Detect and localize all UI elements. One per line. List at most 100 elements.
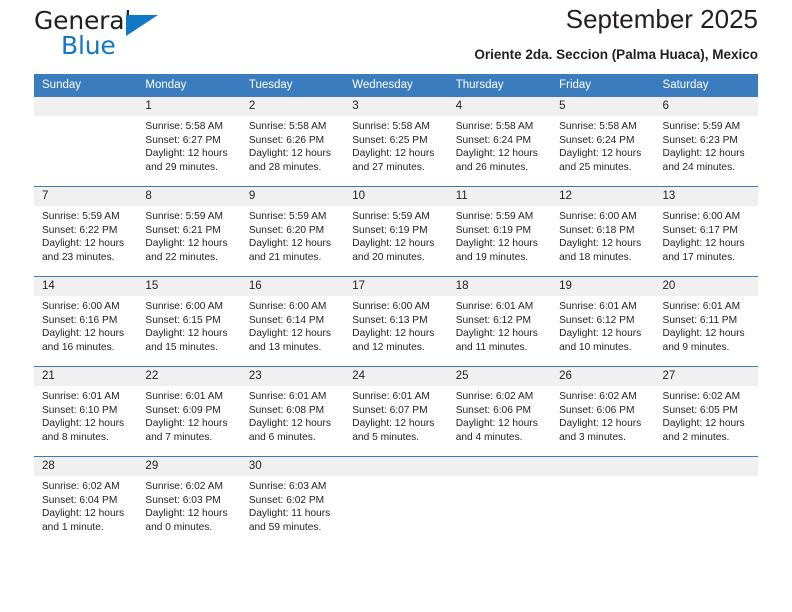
day-cell-inner: 24 Sunrise: 6:01 AM Sunset: 6:07 PM Dayligh… — [344, 367, 448, 456]
daylight-text-line1: Daylight: 12 hours — [248, 148, 331, 160]
calendar-day-cell[interactable]: 19 Sunrise: 6:01 AM Sunset: 6:12 PM Dayligh… — [551, 277, 655, 367]
calendar-day-cell[interactable]: 28 Sunrise: 6:02 AM Sunset: 6:04 PM Dayligh… — [34, 457, 138, 547]
daylight-text-line1: Daylight: 12 hours — [42, 238, 125, 250]
sunrise-text: Sunrise: 6:00 AM — [662, 211, 741, 222]
calendar-day-cell[interactable]: 27 Sunrise: 6:02 AM Sunset: 6:05 PM Dayligh… — [654, 367, 758, 457]
daylight-text-line1: Daylight: 12 hours — [559, 238, 642, 250]
calendar-day-cell[interactable]: 13 Sunrise: 6:00 AM Sunset: 6:17 PM Dayligh… — [654, 187, 758, 277]
calendar-day-cell[interactable]: 9 Sunrise: 5:59 AM Sunset: 6:20 PM Daylight… — [240, 187, 345, 277]
calendar-day-cell[interactable]: 16 Sunrise: 6:00 AM Sunset: 6:14 PM Dayligh… — [240, 277, 345, 367]
calendar-day-cell[interactable]: 1 Sunrise: 5:58 AM Sunset: 6:27 PM Daylight… — [137, 97, 241, 187]
day-number — [654, 457, 758, 476]
daylight-text-line2: and 23 minutes. — [42, 251, 115, 263]
sunrise-text: Sunrise: 5:59 AM — [455, 211, 534, 222]
day-cell-inner: 11 Sunrise: 5:59 AM Sunset: 6:19 PM Dayligh… — [447, 187, 552, 276]
calendar-day-cell[interactable]: 6 Sunrise: 5:59 AM Sunset: 6:23 PM Daylight… — [654, 97, 758, 187]
daylight-text-line2: and 20 minutes. — [352, 251, 425, 263]
calendar-day-cell[interactable]: 17 Sunrise: 6:00 AM Sunset: 6:13 PM Dayligh… — [344, 277, 448, 367]
sunrise-text: Sunrise: 6:02 AM — [559, 391, 637, 402]
day-number: 21 — [34, 367, 138, 386]
day-details: Sunrise: 6:02 AM Sunset: 6:06 PM Daylight:… — [448, 386, 551, 444]
daylight-text-line2: and 6 minutes. — [248, 431, 316, 443]
day-details: Sunrise: 6:00 AM Sunset: 6:15 PM Daylight:… — [137, 296, 240, 354]
calendar-day-cell[interactable]: 22 Sunrise: 6:01 AM Sunset: 6:09 PM Dayligh… — [137, 367, 241, 457]
daylight-text-line1: Daylight: 12 hours — [145, 328, 228, 340]
day-number: 8 — [137, 187, 241, 206]
calendar-header-row: Sunday Monday Tuesday Wednesday Thursday… — [34, 74, 758, 97]
daylight-text-line2: and 19 minutes. — [455, 251, 529, 263]
day-number: 30 — [240, 457, 345, 476]
calendar-day-cell[interactable]: 15 Sunrise: 6:00 AM Sunset: 6:15 PM Dayligh… — [137, 277, 241, 367]
day-cell-inner — [344, 457, 448, 546]
calendar-day-cell — [344, 457, 448, 547]
calendar-day-cell — [654, 457, 758, 547]
calendar-day-cell[interactable]: 5 Sunrise: 5:58 AM Sunset: 6:24 PM Daylight… — [551, 97, 655, 187]
calendar-day-cell[interactable]: 18 Sunrise: 6:01 AM Sunset: 6:12 PM Dayligh… — [447, 277, 552, 367]
calendar-day-cell[interactable]: 29 Sunrise: 6:02 AM Sunset: 6:03 PM Dayligh… — [137, 457, 241, 547]
sunset-text: Sunset: 6:08 PM — [248, 404, 325, 416]
day-number: 22 — [137, 367, 241, 386]
day-number: 29 — [137, 457, 241, 476]
calendar-day-cell[interactable]: 14 Sunrise: 6:00 AM Sunset: 6:16 PM Dayligh… — [34, 277, 138, 367]
calendar-day-cell[interactable]: 11 Sunrise: 5:59 AM Sunset: 6:19 PM Dayligh… — [447, 187, 552, 277]
day-cell-inner: 16 Sunrise: 6:00 AM Sunset: 6:14 PM Dayligh… — [240, 277, 345, 366]
daylight-text-line2: and 10 minutes. — [559, 341, 632, 353]
daylight-text-line2: and 26 minutes. — [455, 161, 529, 173]
day-details: Sunrise: 6:00 AM Sunset: 6:13 PM Daylight:… — [344, 296, 447, 354]
daylight-text-line2: and 9 minutes. — [662, 341, 730, 353]
daylight-text-line1: Daylight: 12 hours — [42, 508, 125, 520]
daylight-text-line1: Daylight: 12 hours — [559, 328, 642, 340]
sunset-text: Sunset: 6:06 PM — [455, 404, 532, 416]
calendar-day-cell[interactable]: 25 Sunrise: 6:02 AM Sunset: 6:06 PM Dayligh… — [447, 367, 552, 457]
day-details: Sunrise: 6:02 AM Sunset: 6:05 PM Daylight:… — [655, 386, 758, 444]
sunset-text: Sunset: 6:03 PM — [145, 494, 221, 506]
sunset-text: Sunset: 6:18 PM — [559, 224, 635, 236]
calendar-day-cell[interactable]: 10 Sunrise: 5:59 AM Sunset: 6:19 PM Dayligh… — [344, 187, 448, 277]
weekday-header-tuesday: Tuesday — [240, 74, 345, 97]
calendar-day-cell[interactable]: 4 Sunrise: 5:58 AM Sunset: 6:24 PM Daylight… — [447, 97, 552, 187]
daylight-text-line2: and 24 minutes. — [662, 161, 736, 173]
calendar-day-cell[interactable]: 7 Sunrise: 5:59 AM Sunset: 6:22 PM Daylight… — [34, 187, 138, 277]
sunrise-text: Sunrise: 6:01 AM — [455, 301, 534, 312]
daylight-text-line2: and 5 minutes. — [352, 431, 420, 443]
day-number: 23 — [240, 367, 345, 386]
weekday-header-sunday: Sunday — [34, 74, 138, 97]
sunset-text: Sunset: 6:12 PM — [559, 314, 635, 326]
calendar-day-cell[interactable]: 20 Sunrise: 6:01 AM Sunset: 6:11 PM Dayligh… — [654, 277, 758, 367]
calendar-day-cell[interactable]: 2 Sunrise: 5:58 AM Sunset: 6:26 PM Daylight… — [240, 97, 345, 187]
calendar-day-cell[interactable]: 8 Sunrise: 5:59 AM Sunset: 6:21 PM Daylight… — [137, 187, 241, 277]
sunrise-text: Sunrise: 6:01 AM — [42, 391, 120, 402]
day-cell-inner: 12 Sunrise: 6:00 AM Sunset: 6:18 PM Dayligh… — [551, 187, 655, 276]
sunset-text: Sunset: 6:26 PM — [248, 134, 325, 146]
day-cell-inner — [654, 457, 758, 546]
weekday-header-saturday: Saturday — [654, 74, 758, 97]
sunrise-text: Sunrise: 5:58 AM — [455, 121, 534, 132]
day-cell-inner: 1 Sunrise: 5:58 AM Sunset: 6:27 PM Daylight… — [137, 97, 241, 186]
sunrise-text: Sunrise: 5:58 AM — [248, 121, 327, 132]
day-number: 25 — [447, 367, 552, 386]
day-cell-inner — [551, 457, 655, 546]
day-details: Sunrise: 5:59 AM Sunset: 6:19 PM Daylight:… — [344, 206, 447, 264]
day-number: 24 — [344, 367, 448, 386]
sunset-text: Sunset: 6:02 PM — [248, 494, 325, 506]
sunset-text: Sunset: 6:15 PM — [145, 314, 221, 326]
calendar-day-cell[interactable]: 30 Sunrise: 6:03 AM Sunset: 6:02 PM Dayligh… — [240, 457, 345, 547]
calendar-day-cell — [447, 457, 552, 547]
daylight-text-line1: Daylight: 12 hours — [455, 328, 538, 340]
day-cell-inner: 27 Sunrise: 6:02 AM Sunset: 6:05 PM Dayligh… — [654, 367, 758, 456]
day-number — [447, 457, 552, 476]
day-details: Sunrise: 6:01 AM Sunset: 6:12 PM Daylight:… — [448, 296, 551, 354]
daylight-text-line1: Daylight: 12 hours — [145, 508, 228, 520]
weekday-header-friday: Friday — [551, 74, 655, 97]
calendar-day-cell[interactable]: 24 Sunrise: 6:01 AM Sunset: 6:07 PM Dayligh… — [344, 367, 448, 457]
sunset-text: Sunset: 6:24 PM — [455, 134, 532, 146]
logo-general-blue[interactable]: General Blue — [34, 6, 224, 62]
page-subtitle: Oriente 2da. Seccion (Palma Huaca), Mexi… — [474, 47, 758, 62]
calendar-day-cell[interactable]: 26 Sunrise: 6:02 AM Sunset: 6:06 PM Dayligh… — [551, 367, 655, 457]
calendar-day-cell[interactable]: 21 Sunrise: 6:01 AM Sunset: 6:10 PM Dayligh… — [34, 367, 138, 457]
day-number — [344, 457, 448, 476]
calendar-day-cell[interactable]: 23 Sunrise: 6:01 AM Sunset: 6:08 PM Dayligh… — [240, 367, 345, 457]
calendar-day-cell[interactable]: 3 Sunrise: 5:58 AM Sunset: 6:25 PM Daylight… — [344, 97, 448, 187]
day-details: Sunrise: 6:03 AM Sunset: 6:02 PM Daylight:… — [241, 476, 344, 534]
calendar-day-cell[interactable]: 12 Sunrise: 6:00 AM Sunset: 6:18 PM Dayligh… — [551, 187, 655, 277]
